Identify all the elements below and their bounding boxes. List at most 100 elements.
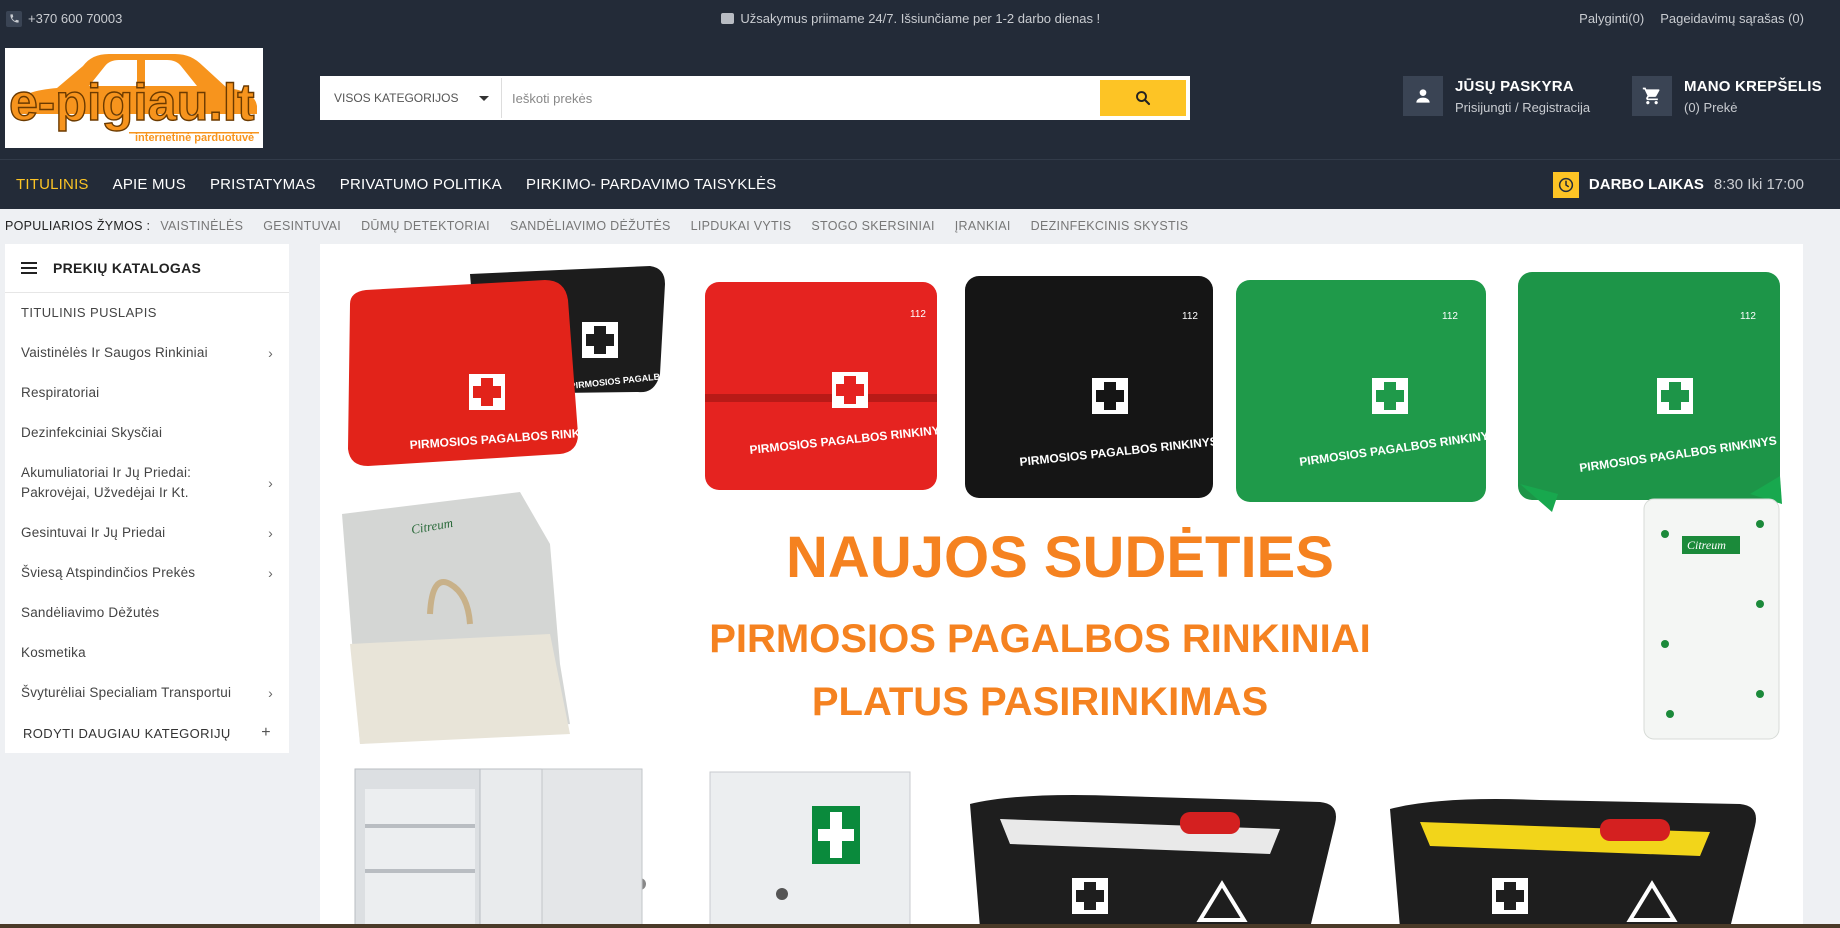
hero-banner[interactable]: PIRMOSIOS PAGALBOS RINKINYS PIRMOSIOS PA… [320, 244, 1803, 928]
chevron-right-icon: › [268, 685, 273, 701]
cart-count: (0) Prekė [1684, 99, 1738, 115]
notice-text: Užsakymus priimame 24/7. Išsiunčiame per… [740, 11, 1101, 26]
black-case-kit: PIRMOSIOS PAGALBOS RINKINYS 112 [965, 276, 1218, 498]
metal-cabinet-open [354, 768, 646, 928]
sidebar-item-gesintuvai[interactable]: Gesintuvai Ir Jų Priedai › [5, 513, 289, 553]
caret-down-icon [479, 95, 489, 101]
nav-item-pristatymas[interactable]: PRISTATYMAS [210, 176, 316, 193]
tags-label: POPULIARIOS ŽYMOS : [5, 219, 151, 233]
sidebar-item-kosmetika[interactable]: Kosmetika [5, 633, 289, 673]
logo-car-graphic: e-pigiau.lt internetinė parduotuvė [8, 54, 259, 144]
search-bar: VISOS KATEGORIJOS [320, 76, 1190, 120]
plus-icon: + [261, 724, 271, 741]
banner-headline: NAUJOS SUDĖTIES [786, 525, 1334, 590]
svg-text:internetinė parduotuvė: internetinė parduotuvė [135, 132, 254, 144]
catalog-title: PREKIŲ KATALOGAS [53, 260, 202, 276]
svg-text:Citreum: Citreum [1687, 538, 1726, 552]
sidebar-item-respiratoriai[interactable]: Respiratoriai [5, 373, 289, 413]
header: e-pigiau.lt internetinė parduotuvė VISOS… [0, 37, 1840, 159]
show-more-label: RODYTI DAUGIAU KATEGORIJŲ [23, 725, 231, 741]
banner-line-3: PLATUS PASIRINKIMAS [812, 680, 1268, 724]
tag-item[interactable]: DŪMŲ DETEKTORIAI [361, 219, 490, 233]
search-button[interactable] [1100, 80, 1186, 116]
search-icon [1136, 91, 1151, 106]
car-kit-bag-1 [970, 795, 1336, 928]
site-logo[interactable]: e-pigiau.lt internetinė parduotuvė [5, 48, 263, 148]
sidebar-item-label: Dezinfekciniai Skysčiai [21, 425, 163, 440]
category-sidebar: PREKIŲ KATALOGAS TITULINIS PUSLAPIS Vais… [5, 244, 289, 753]
banner-graphic: PIRMOSIOS PAGALBOS RINKINYS PIRMOSIOS PA… [342, 266, 1782, 928]
sidebar-item-dezinfekciniai[interactable]: Dezinfekciniai Skysčiai [5, 413, 289, 453]
login-register-link[interactable]: Prisijungti / Registracija [1455, 100, 1590, 115]
tag-item[interactable]: ĮRANKIAI [955, 219, 1011, 233]
sidebar-item-label: Akumuliatoriai Ir Jų Priedai: Pakrovėjai… [21, 465, 192, 500]
tag-item[interactable]: STOGO SKERSINIAI [811, 219, 934, 233]
hours-value: 8:30 Iki 17:00 [1713, 176, 1804, 193]
svg-text:112: 112 [1740, 311, 1756, 322]
compare-link[interactable]: Palyginti(0) [1579, 11, 1644, 26]
user-icon [1403, 76, 1443, 116]
nav-item-apie-mus[interactable]: APIE MUS [113, 176, 186, 193]
nav-item-privatumo-politika[interactable]: PRIVATUMO POLITIKA [340, 176, 502, 193]
top-bar: +370 600 70003 Užsakymus priimame 24/7. … [0, 0, 1840, 37]
sidebar-item-label: TITULINIS PUSLAPIS [21, 305, 157, 320]
tag-item[interactable]: GESINTUVAI [263, 219, 341, 233]
chevron-right-icon: › [268, 475, 273, 491]
sidebar-item-label: Kosmetika [21, 645, 86, 660]
sidebar-item-label: Respiratoriai [21, 385, 100, 400]
banner-line-2: PIRMOSIOS PAGALBOS RINKINIAI [709, 617, 1371, 661]
main-nav: TITULINIS APIE MUS PRISTATYMAS PRIVATUMO… [0, 159, 1840, 209]
sidebar-item-label: Šviesą Atspindinčios Prekės [21, 565, 196, 580]
metal-cabinet-closed [709, 771, 911, 928]
chevron-right-icon: › [268, 565, 273, 581]
tag-item[interactable]: VAISTINĖLĖS [160, 219, 243, 233]
sidebar-item-label: Sandėliavimo Dėžutės [21, 605, 160, 620]
phone-number: +370 600 70003 [28, 11, 123, 26]
account-block[interactable]: JŪSŲ PASKYRA Prisijungti / Registracija [1403, 76, 1590, 116]
chevron-right-icon: › [268, 345, 273, 361]
green-case-kit: PIRMOSIOS PAGALBOS RINKINYS 112 [1236, 280, 1498, 502]
svg-text:112: 112 [1442, 311, 1458, 322]
sidebar-item-akumuliatoriai[interactable]: Akumuliatoriai Ir Jų Priedai: Pakrovėjai… [5, 453, 289, 513]
chevron-right-icon: › [268, 525, 273, 541]
category-select-value: VISOS KATEGORIJOS [334, 91, 459, 105]
sidebar-item-home[interactable]: TITULINIS PUSLAPIS [5, 293, 289, 333]
show-more-categories[interactable]: RODYTI DAUGIAU KATEGORIJŲ + [5, 713, 289, 753]
sidebar-item-sviesa-atspindincios[interactable]: Šviesą Atspindinčios Prekės › [5, 553, 289, 593]
account-title: JŪSŲ PASKYRA [1455, 77, 1574, 95]
phone-contact[interactable]: +370 600 70003 [6, 10, 123, 27]
shipping-notice: Užsakymus priimame 24/7. Išsiunčiame per… [721, 11, 1100, 26]
red-case-kit: PIRMOSIOS PAGALBOS RINKINYS 112 [705, 282, 948, 490]
catalog-header: PREKIŲ KATALOGAS [5, 244, 289, 293]
sidebar-item-sandeliavimo[interactable]: Sandėliavimo Dėžutės [5, 593, 289, 633]
svg-text:112: 112 [1182, 311, 1198, 322]
popular-tags: POPULIARIOS ŽYMOS : VAISTINĖLĖS GESINTUV… [0, 209, 1840, 243]
category-select[interactable]: VISOS KATEGORIJOS [322, 78, 502, 118]
phone-icon [6, 10, 22, 27]
tag-item[interactable]: LIPDUKAI VYTIS [691, 219, 792, 233]
hours-label: DARBO LAIKAS [1588, 176, 1704, 193]
sidebar-item-label: Vaistinėlės Ir Saugos Rinkiniai [21, 345, 208, 360]
green-case-wall-kit: PIRMOSIOS PAGALBOS RINKINYS 112 [1518, 272, 1782, 512]
search-input[interactable] [502, 78, 1100, 118]
cart-block[interactable]: MANO KREPŠELIS (0) Prekė [1632, 76, 1822, 116]
nav-item-taisykles[interactable]: PIRKIMO- PARDAVIMO TAISYKLĖS [526, 176, 776, 193]
sidebar-item-vaistineles[interactable]: Vaistinėlės Ir Saugos Rinkiniai › [5, 333, 289, 373]
clock-icon [1552, 171, 1579, 198]
bottom-edge [0, 924, 1840, 928]
sidebar-item-svytureliai[interactable]: Švyturėliai Specialiam Transportui › [5, 673, 289, 713]
cart-icon [1632, 76, 1672, 116]
cart-title: MANO KREPŠELIS [1684, 77, 1822, 95]
nav-item-titulinis[interactable]: TITULINIS [16, 176, 89, 193]
sidebar-item-label: Gesintuvai Ir Jų Priedai [21, 525, 166, 540]
bandage-product: Citreum [342, 492, 570, 744]
truck-icon [721, 13, 735, 24]
tag-item[interactable]: SANDĖLIAVIMO DĖŽUTĖS [510, 219, 671, 233]
working-hours: DARBO LAIKAS 8:30 Iki 17:00 [1552, 171, 1804, 198]
svg-text:112: 112 [910, 309, 926, 320]
svg-text:e-pigiau.lt: e-pigiau.lt [9, 74, 255, 132]
wishlist-link[interactable]: Pageidavimų sąrašas (0) [1660, 11, 1804, 26]
hamburger-icon [21, 262, 37, 274]
tag-item[interactable]: DEZINFEKCINIS SKYSTIS [1031, 219, 1189, 233]
cold-pack-product: Citreum [1643, 498, 1780, 740]
